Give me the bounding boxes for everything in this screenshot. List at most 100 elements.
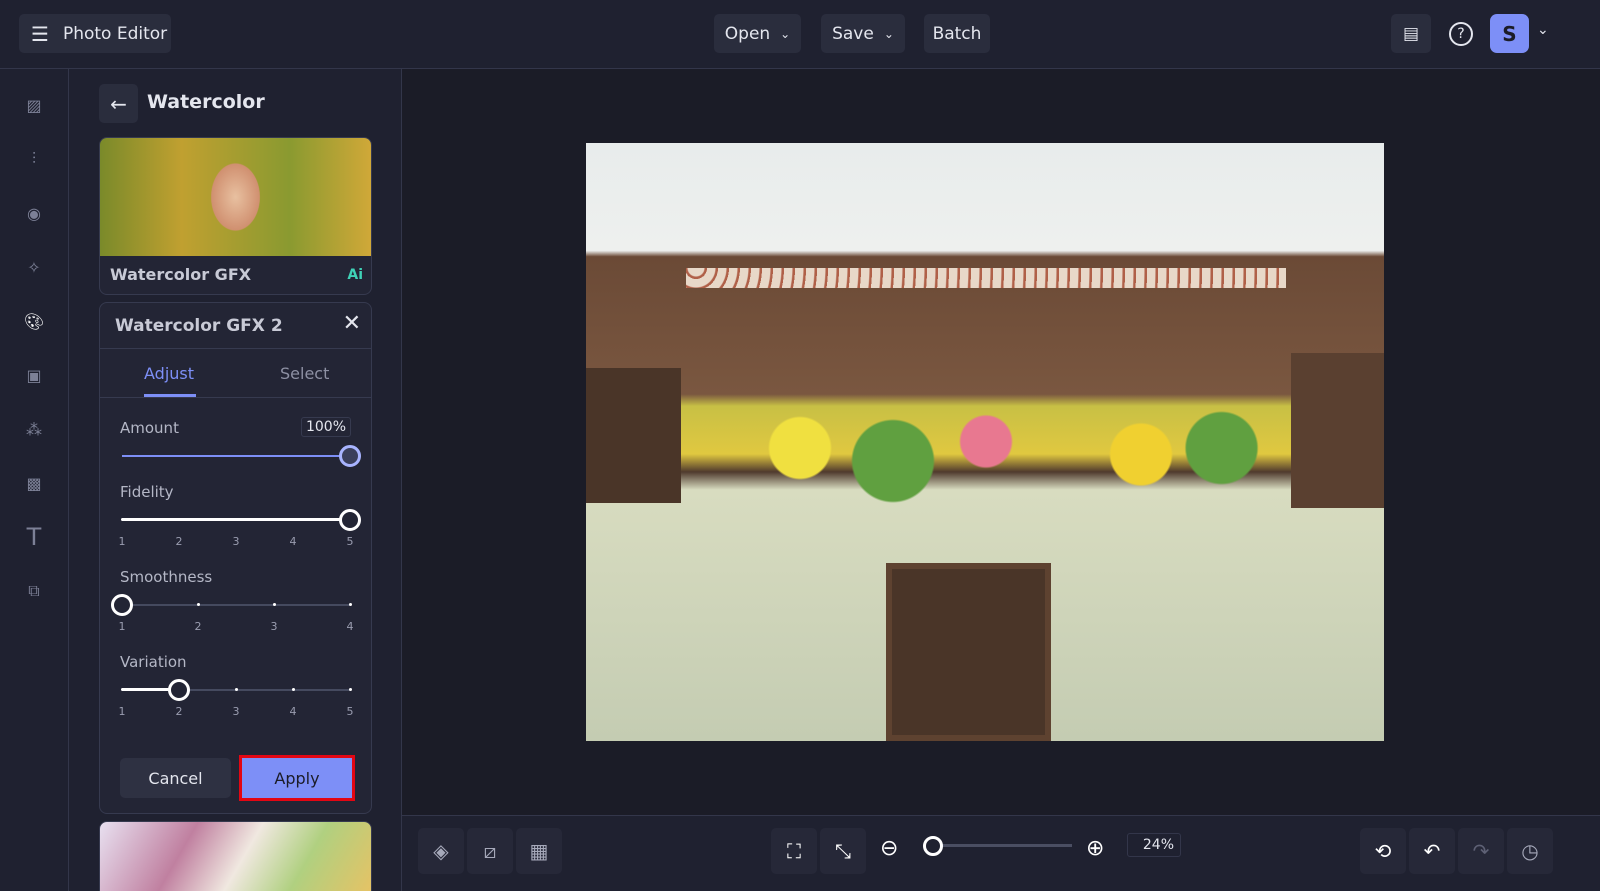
redo-icon[interactable]: ↷ xyxy=(1458,828,1504,874)
tick-label: 4 xyxy=(289,705,297,718)
app-title: Photo Editor xyxy=(62,23,168,44)
sparkle-icon[interactable]: ✧ xyxy=(20,253,48,281)
slider-tick xyxy=(292,518,295,521)
actual-size-icon[interactable]: ⤡ xyxy=(820,828,866,874)
fit-screen-icon[interactable]: ⛶ xyxy=(771,828,817,874)
smoothness-slider[interactable]: 1 2 3 4 xyxy=(111,590,354,633)
tick-label: 3 xyxy=(232,535,240,548)
menu-button[interactable]: ☰ Photo Editor xyxy=(19,14,171,53)
apply-button[interactable]: Apply xyxy=(239,755,355,801)
tick-label: 3 xyxy=(270,620,278,633)
help-button[interactable]: ? xyxy=(1441,14,1481,53)
texture-icon[interactable]: ▩ xyxy=(20,469,48,497)
photo-canvas[interactable] xyxy=(586,143,1384,741)
hamburger-icon: ☰ xyxy=(31,21,49,46)
open-button[interactable]: Open ⌄ xyxy=(714,14,801,53)
frame-icon[interactable]: ▣ xyxy=(20,361,48,389)
tool-rail: ▨ ⫶ ◉ ✧ 🎨︎ ▣ ⁂ ▩ T ⧉ xyxy=(0,69,69,891)
slider-label: Variation xyxy=(120,653,187,671)
amount-slider[interactable] xyxy=(120,441,361,481)
slider-label: Fidelity xyxy=(120,483,174,501)
preset-card-next[interactable] xyxy=(99,821,372,891)
tick-label: 1 xyxy=(118,535,126,548)
comments-button[interactable]: ▤ xyxy=(1391,14,1431,53)
adjust-sliders-icon[interactable]: ⫶ xyxy=(20,145,48,173)
slider-tick xyxy=(121,688,124,691)
slider-tick xyxy=(273,603,276,606)
slider-tick xyxy=(235,518,238,521)
amount-label: Amount xyxy=(120,419,179,437)
overlay-icon[interactable]: ⧉ xyxy=(20,577,48,605)
tick-label: 2 xyxy=(175,705,183,718)
tick-label: 5 xyxy=(346,535,354,548)
slider-tick xyxy=(197,603,200,606)
history-icon[interactable]: ◷ xyxy=(1507,828,1553,874)
arrow-left-icon: ← xyxy=(110,91,127,116)
save-button[interactable]: Save ⌄ xyxy=(821,14,905,53)
back-button[interactable]: ← xyxy=(99,84,138,123)
batch-label: Batch xyxy=(932,23,982,44)
slider-knob[interactable] xyxy=(168,679,190,701)
cancel-button[interactable]: Cancel xyxy=(120,758,231,798)
undo-icon[interactable]: ↶ xyxy=(1409,828,1455,874)
bottom-toolbar: ◈ ⧄ ▦ ⛶ ⤡ ⊖ ⊕ 24% ⟲ ↶ ↷ ◷ xyxy=(402,815,1600,891)
preset-name: Watercolor GFX xyxy=(110,265,252,284)
slider-knob[interactable] xyxy=(339,509,361,531)
zoom-in-icon[interactable]: ⊕ xyxy=(1086,836,1104,861)
zoom-out-icon[interactable]: ⊖ xyxy=(880,836,898,861)
layers-icon[interactable]: ◈ xyxy=(418,828,464,874)
slider-knob[interactable] xyxy=(339,445,361,467)
chevron-down-icon: ⌄ xyxy=(883,26,894,41)
close-icon[interactable]: ✕ xyxy=(343,311,361,336)
ai-badge: Ai xyxy=(347,267,363,283)
effect-name: Watercolor GFX 2 xyxy=(115,316,283,336)
slider-tick xyxy=(121,518,124,521)
slider-label: Smoothness xyxy=(120,568,213,586)
tab-select[interactable]: Select xyxy=(280,364,329,383)
tick-label: 2 xyxy=(175,535,183,548)
amount-value-input[interactable]: 100% xyxy=(300,417,351,437)
open-label: Open xyxy=(724,23,771,44)
preset-thumbnail xyxy=(100,138,371,256)
tick-label: 5 xyxy=(346,705,354,718)
slider-tick xyxy=(349,688,352,691)
effects-panel: ← Watercolor Watercolor GFX Ai Watercolo… xyxy=(69,69,402,891)
slider-tick xyxy=(235,688,238,691)
tick-label: 4 xyxy=(289,535,297,548)
zoom-value[interactable]: 24% xyxy=(1127,833,1181,857)
tick-label: 2 xyxy=(194,620,202,633)
palette-icon[interactable]: 🎨︎ xyxy=(20,307,48,335)
slider-knob[interactable] xyxy=(111,594,133,616)
slider-track xyxy=(122,604,350,606)
eye-icon[interactable]: ◉ xyxy=(20,199,48,227)
grid-icon[interactable]: ▦ xyxy=(516,828,562,874)
zoom-slider[interactable] xyxy=(923,836,1072,856)
reset-icon[interactable]: ⟲ xyxy=(1360,828,1406,874)
transform-icon[interactable]: ⧄ xyxy=(467,828,513,874)
slider-tick xyxy=(349,603,352,606)
account-chevron-icon[interactable]: ⌄ xyxy=(1537,22,1549,38)
batch-button[interactable]: Batch xyxy=(924,14,990,53)
panel-title: Watercolor xyxy=(147,91,265,113)
tick-label: 1 xyxy=(118,620,126,633)
slider-tick xyxy=(292,688,295,691)
image-icon[interactable]: ▨ xyxy=(20,91,48,119)
fidelity-slider[interactable]: 1 2 3 4 5 xyxy=(118,505,361,548)
chevron-down-icon: ⌄ xyxy=(780,26,791,41)
preset-card[interactable]: Watercolor GFX Ai xyxy=(99,137,372,295)
comment-icon: ▤ xyxy=(1402,23,1420,44)
zoom-knob[interactable] xyxy=(923,836,943,856)
tick-label: 4 xyxy=(346,620,354,633)
text-icon[interactable]: T xyxy=(20,523,48,551)
top-bar: ☰ Photo Editor Open ⌄ Save ⌄ Batch ▤ ? S ⌄ xyxy=(0,0,1600,69)
save-label: Save xyxy=(832,23,874,44)
shapes-icon[interactable]: ⁂ xyxy=(20,415,48,443)
slider-tick xyxy=(178,518,181,521)
help-icon: ? xyxy=(1449,21,1473,46)
tick-label: 1 xyxy=(118,705,126,718)
avatar[interactable]: S xyxy=(1490,14,1529,53)
active-effect-card: Watercolor GFX 2 ✕ Adjust Select Amount … xyxy=(99,302,372,814)
tick-label: 3 xyxy=(232,705,240,718)
tab-adjust[interactable]: Adjust xyxy=(144,364,194,383)
variation-slider[interactable]: 1 2 3 4 5 xyxy=(118,675,354,718)
